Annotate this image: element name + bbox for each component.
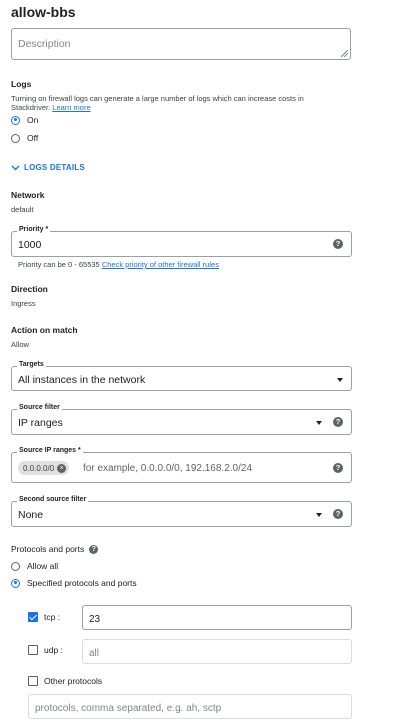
resize-grip-icon[interactable] [341,50,348,57]
check-priority-link[interactable]: Check priority of other firewall rules [102,260,219,269]
source-filter-select[interactable]: Source filter IP ranges ? [11,404,352,435]
logs-label: Logs [11,79,32,89]
learn-more-link[interactable]: Learn more [52,103,90,112]
ip-range-chip[interactable]: 0.0.0.0/0 × [18,461,70,475]
tcp-ports-value: 23 [89,614,101,625]
udp-ports-placeholder: all [89,648,100,659]
remove-chip-icon[interactable]: × [57,463,67,473]
description-placeholder: Description [18,38,71,50]
source-filter-value: IP ranges [18,417,63,429]
priority-input[interactable]: 1000 [18,239,41,251]
dropdown-arrow-icon[interactable] [337,378,343,382]
logs-help-text: Turning on firewall logs can generate a … [11,94,341,112]
action-on-match-value: Allow [11,340,29,349]
tcp-checkbox-row[interactable]: tcp : [28,612,60,622]
priority-label: Priority * [17,226,51,233]
help-icon[interactable]: ? [333,239,343,249]
chevron-down-icon [11,165,20,170]
source-ip-ranges-label: Source IP ranges * [17,447,83,454]
radio-unselected-icon[interactable] [11,133,20,143]
udp-checkbox-row[interactable]: udp : [28,645,63,655]
specified-protocols-label: Specified protocols and ports [27,578,137,588]
description-textarea[interactable]: Description [11,28,351,60]
direction-value: Ingress [11,299,36,308]
udp-ports-input[interactable]: all [82,639,352,664]
help-icon[interactable]: ? [333,509,343,519]
radio-unselected-icon[interactable] [11,561,20,571]
udp-label: udp : [44,645,63,655]
logs-off-radio[interactable]: Off [11,133,38,143]
priority-hint-text: Priority can be 0 - 65535 [18,260,100,269]
source-filter-label: Source filter [17,404,62,411]
help-icon[interactable]: ? [333,417,343,427]
udp-checkbox[interactable] [28,645,38,655]
other-protocols-label: Other protocols [44,676,103,686]
logs-on-radio[interactable]: On [11,115,38,125]
specified-protocols-radio[interactable]: Specified protocols and ports [11,578,137,588]
targets-label: Targets [17,361,46,368]
logs-on-label: On [27,115,39,125]
priority-hint: Priority can be 0 - 65535 Check priority… [18,260,219,269]
tcp-ports-input[interactable]: 23 [82,605,352,630]
action-on-match-label: Action on match [11,325,78,335]
ip-range-chip-label: 0.0.0.0/0 [23,463,55,473]
help-icon[interactable]: ? [89,544,99,554]
logs-off-label: Off [27,133,39,143]
page-title: allow-bbs [11,4,76,20]
other-protocols-placeholder: protocols, comma separated, e.g. ah, sct… [35,703,222,714]
dropdown-arrow-icon[interactable] [316,421,322,425]
radio-selected-icon[interactable] [11,115,20,125]
tcp-checkbox[interactable] [28,612,38,622]
dropdown-arrow-icon[interactable] [316,513,322,517]
second-source-filter-value: None [18,509,44,521]
second-source-filter-label: Second source filter [17,496,89,503]
help-icon[interactable]: ? [333,463,343,473]
allow-all-label: Allow all [27,561,59,571]
protocols-header: Protocols and ports ? [11,544,99,554]
priority-field[interactable]: Priority * 1000 ? [11,226,352,257]
second-source-filter-select[interactable]: Second source filter None ? [11,496,352,527]
protocols-label: Protocols and ports [11,544,85,554]
source-ip-ranges-field[interactable]: Source IP ranges * 0.0.0.0/0 × for examp… [11,447,352,483]
other-protocols-checkbox[interactable] [28,676,38,686]
targets-select[interactable]: Targets All instances in the network [11,361,352,391]
other-protocols-input[interactable]: protocols, comma separated, e.g. ah, sct… [28,694,352,719]
network-label: Network [11,190,45,200]
radio-selected-icon[interactable] [11,578,20,588]
targets-value: All instances in the network [18,374,146,386]
network-value: default [11,205,34,214]
tcp-label: tcp : [44,612,61,622]
direction-label: Direction [11,284,48,294]
source-ip-ranges-placeholder[interactable]: for example, 0.0.0.0/0, 192.168.2.0/24 [83,463,252,474]
other-protocols-checkbox-row[interactable]: Other protocols [28,676,102,686]
logs-details-label: LOGS DETAILS [24,163,85,172]
allow-all-radio[interactable]: Allow all [11,561,58,571]
logs-details-toggle[interactable]: LOGS DETAILS [11,163,85,172]
